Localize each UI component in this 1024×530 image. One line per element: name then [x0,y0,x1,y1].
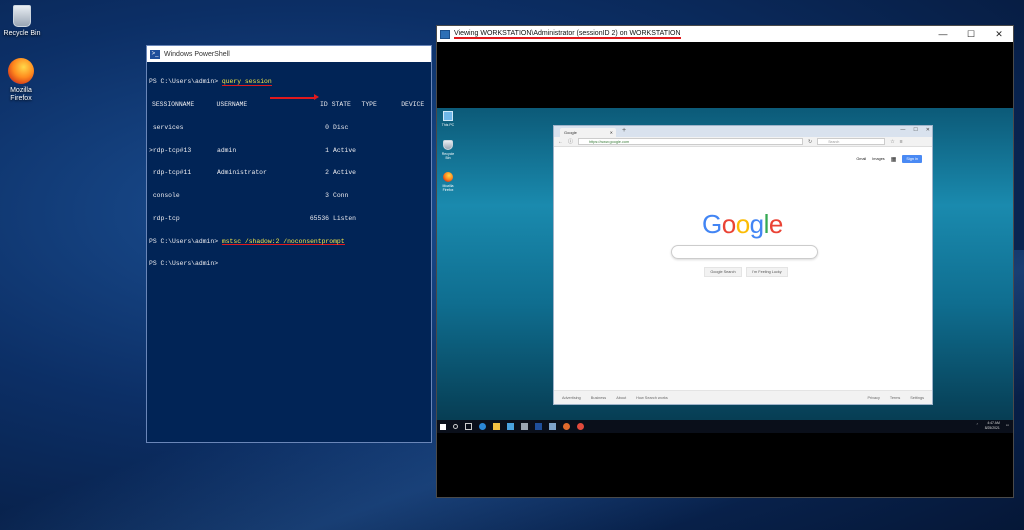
footer-link[interactable]: How Search works [636,396,668,400]
powershell-console[interactable]: PS C:\Users\admin> query session SESSION… [147,62,431,284]
notifications-icon[interactable]: ▭ [1006,423,1009,428]
remote-desktop-icon [440,29,450,39]
powershell-window[interactable]: >_ Windows PowerShell PS C:\Users\admin>… [146,45,432,443]
edge-icon[interactable] [479,423,486,430]
google-logo: Google [702,209,783,239]
star-icon[interactable]: ☆ [890,139,894,145]
close-tab-icon[interactable]: ✕ [610,128,613,137]
google-footer: Advertising Business About How Search wo… [554,390,932,404]
shadow-window-title: Viewing WORKSTATION\Administrator (sessi… [454,29,681,39]
explorer-icon[interactable] [493,423,500,430]
powershell-icon: >_ [150,49,160,59]
recycle-bin-icon [13,5,31,27]
remote-icon-firefox[interactable]: Mozilla Firefox [439,172,457,192]
browser-search-input[interactable]: Search [817,138,886,145]
header-sessionname: SESSIONNAME [152,100,195,108]
powershell-taskbar-icon[interactable] [535,423,542,430]
computer-icon [443,111,453,121]
remote-icon-recycle-bin[interactable]: Recycle Bin [439,140,457,160]
clock-time: 4:47 AM [987,421,1000,425]
table-row: rdp-tcp 65536 Listen [149,214,357,222]
new-tab-button[interactable]: + [622,127,626,134]
google-search-button[interactable]: Google Search [704,267,742,277]
close-icon[interactable]: ✕ [926,127,930,133]
footer-link[interactable]: Settings [910,396,924,400]
footer-link[interactable]: Privacy [867,396,879,400]
gmail-link[interactable]: Gmail [856,157,866,161]
chrome-taskbar-icon[interactable] [577,423,584,430]
footer-link[interactable]: Terms [890,396,900,400]
feeling-lucky-button[interactable]: I'm Feeling Lucky [746,267,788,277]
apps-grid-icon[interactable]: ▦ [891,156,897,163]
table-header: SESSIONNAME USERNAME ID STATE TYPE DEVIC… [149,101,429,109]
remote-icon-label: Recycle Bin [441,152,455,160]
rdp-taskbar-icon[interactable] [549,423,556,430]
store-icon[interactable] [507,423,514,430]
footer-link[interactable]: About [616,396,626,400]
footer-link[interactable]: Business [591,396,606,400]
command-query-session: query session [221,78,272,86]
remote-desktop[interactable]: This PC Recycle Bin Mozilla Firefox Goog… [437,108,1013,433]
firefox-icon [443,172,453,182]
tab-title: Google [564,130,577,135]
search-icon[interactable] [453,424,458,429]
header-type: TYPE [361,100,377,108]
info-icon[interactable]: ⓘ [568,138,573,145]
shadow-session-window[interactable]: Viewing WORKSTATION\Administrator (sessi… [436,25,1014,498]
header-username: USERNAME [216,100,248,108]
prompt: PS C:\Users\admin> [149,237,219,245]
prompt: PS C:\Users\admin> [149,78,219,86]
firefox-icon [8,58,34,84]
table-row: rdp-tcp#11 Administrator 2 Active [149,169,357,177]
start-windows-icon[interactable] [440,423,446,430]
remote-icon-label: This PC [441,123,455,127]
google-search-input[interactable] [671,245,818,259]
browser-tab[interactable]: Google ✕ [560,128,616,137]
powershell-title: Windows PowerShell [164,50,230,58]
minimize-button[interactable]: — [929,26,957,42]
clock-date: 8/25/2021 [984,425,1000,430]
sign-in-button[interactable]: Sign in [902,155,922,163]
table-row: services 0 Disc [149,123,349,131]
firefox-taskbar-icon[interactable] [563,423,570,430]
table-row: console 3 Conn [149,192,349,200]
clock[interactable]: 4:47 AM 8/25/2021 [985,421,1000,430]
desktop-icon-label: Mozilla Firefox [10,87,32,102]
powershell-titlebar[interactable]: >_ Windows PowerShell [147,46,431,62]
remote-icon-this-pc[interactable]: This PC [439,111,457,127]
network-icon[interactable]: ⌃ [976,423,979,428]
remote-icon-label: Mozilla Firefox [442,184,454,192]
reload-icon[interactable]: ↻ [808,139,812,145]
header-state: STATE [331,100,351,108]
header-id: ID [320,100,328,108]
desktop-icon-firefox[interactable]: Mozilla Firefox [0,58,49,103]
command-mstsc-shadow: mstsc /shadow:2 /noconsentprompt [221,237,345,246]
maximize-icon[interactable]: ☐ [913,127,917,133]
server-manager-icon[interactable] [521,423,528,430]
remote-taskbar: ⌃ 4:47 AM 8/25/2021 ▭ [437,420,1013,433]
annotation-arrow [270,94,319,100]
footer-link[interactable]: Advertising [562,396,581,400]
desktop-icon-recycle-bin[interactable]: Recycle Bin [0,5,50,38]
menu-icon[interactable]: ≡ [900,139,903,145]
images-link[interactable]: Images [872,157,884,161]
back-icon[interactable]: ← [558,139,563,145]
chrome-window[interactable]: Google ✕ + — ☐ ✕ ← ⓘ https://www.google.com… [553,125,933,405]
shadow-titlebar[interactable]: Viewing WORKSTATION\Administrator (sessi… [437,26,1013,42]
minimize-icon[interactable]: — [900,127,905,133]
table-row: >rdp-tcp#13 admin 1 Active [149,146,357,154]
maximize-button[interactable]: ☐ [957,26,985,42]
close-button[interactable]: ✕ [985,26,1013,42]
desktop-icon-label: Recycle Bin [3,30,41,37]
prompt: PS C:\Users\admin> [149,260,219,268]
recycle-bin-icon [443,140,453,150]
header-device: DEVICE [401,100,425,108]
address-bar[interactable]: https://www.google.com [578,138,804,145]
task-view-icon[interactable] [465,423,472,430]
